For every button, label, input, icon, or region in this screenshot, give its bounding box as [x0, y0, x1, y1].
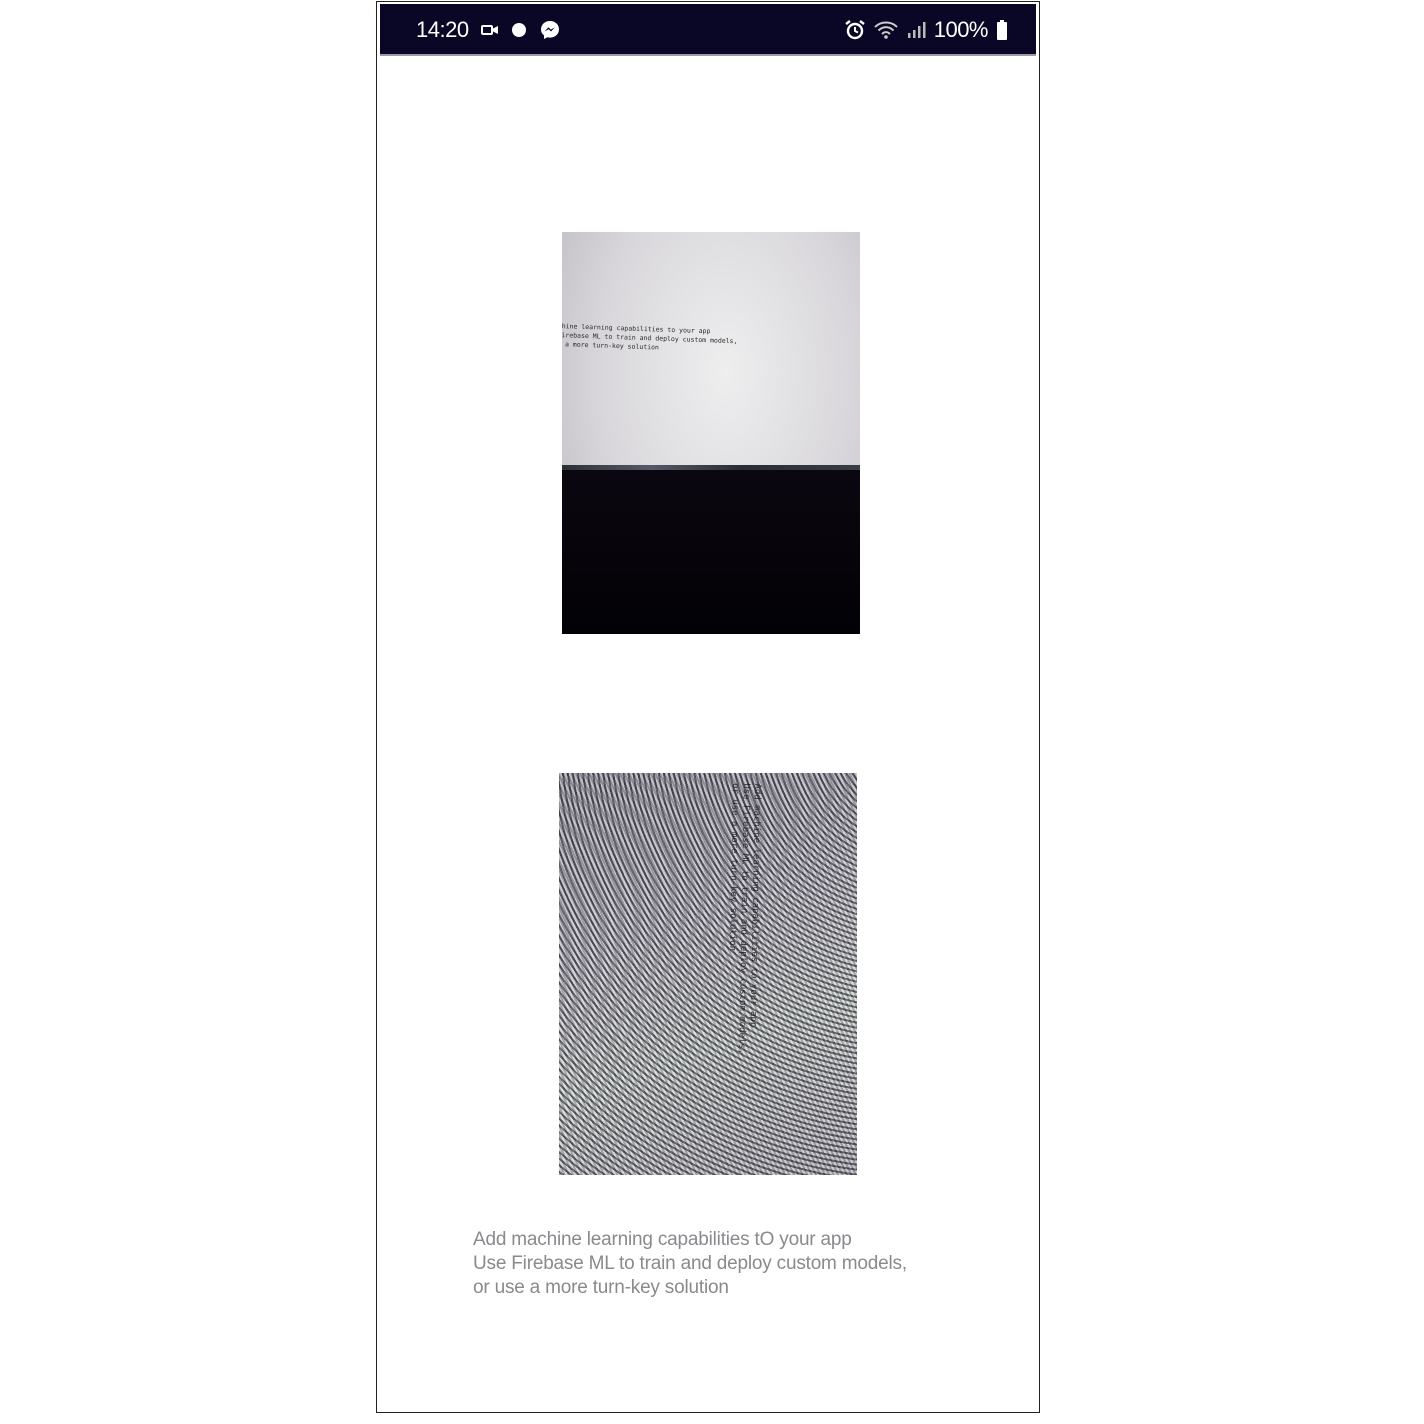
- photo-2-text: Add machine learning capabilities to you…: [727, 783, 762, 1055]
- alarm-icon: [844, 19, 866, 41]
- phone-screen: 14:20 100% chine learning capabilities t…: [376, 1, 1040, 1413]
- status-time: 14:20: [416, 17, 469, 42]
- caption-line: or use a more turn-key solution: [473, 1277, 729, 1298]
- wifi-icon: [874, 20, 898, 40]
- signal-icon: [906, 21, 926, 39]
- caption-line: Use Firebase ML to train and deploy cust…: [473, 1253, 907, 1274]
- rotated-moire-photo: Add machine learning capabilities to you…: [559, 773, 857, 1175]
- photo-1-text: chine learning capabilities to your app F…: [562, 322, 738, 352]
- messenger-icon: [539, 19, 561, 41]
- battery-icon: [996, 19, 1008, 41]
- status-left: 14:20: [416, 4, 561, 56]
- recognized-text-caption: Add machine learning capabilities tO you…: [473, 1228, 993, 1300]
- dot-notification-icon: [511, 22, 527, 38]
- video-call-icon: [480, 23, 499, 37]
- status-right: 100%: [844, 4, 1008, 56]
- photo-1-dark-area: [562, 470, 860, 634]
- caption-line: Add machine learning capabilities tO you…: [473, 1229, 852, 1250]
- status-bar: 14:20 100%: [380, 4, 1036, 56]
- photo-of-laptop-screen: chine learning capabilities to your app F…: [562, 232, 860, 634]
- battery-percent: 100%: [933, 17, 989, 42]
